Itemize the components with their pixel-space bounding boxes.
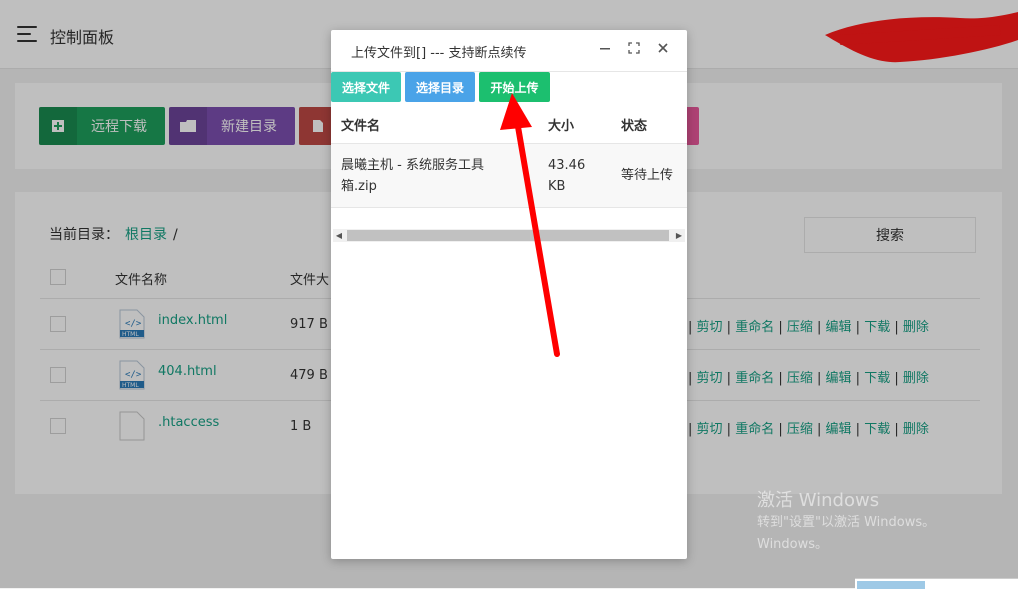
upload-queue-row: 晨曦主机 - 系统服务工具 箱.zip 43.46 KB 等待上传 [331,144,687,207]
column-header-filename: 文件名 [341,119,381,134]
close-icon[interactable] [655,42,671,58]
scroll-left-icon[interactable]: ◀ [333,229,345,242]
choose-file-button[interactable]: 选择文件 [331,72,401,102]
minimize-icon[interactable] [597,42,613,58]
dialog-title: 上传文件到[] --- 支持断点续传 [351,46,527,61]
start-upload-button[interactable]: 开始上传 [479,72,550,102]
queued-file-name: 晨曦主机 - 系统服务工具 箱.zip [341,158,484,194]
divider [331,207,687,208]
upload-dialog: 上传文件到[] --- 支持断点续传 选择文件 选择目录 开始上传 文件名 大小… [331,30,687,559]
watermark-line: 转到"设置"以激活 Windows。 [757,515,936,530]
watermark-line: 激活 Windows [757,490,880,511]
scrollbar-thumb[interactable] [347,230,669,241]
scroll-right-icon[interactable]: ▶ [673,229,685,242]
watermark-line: Windows。 [757,537,829,552]
queued-file-size: 43.46 KB [548,158,586,194]
queued-file-status: 等待上传 [621,168,674,183]
column-header-status: 状态 [621,119,648,134]
horizontal-scrollbar[interactable]: ◀ ▶ [333,229,685,242]
windows-activation-watermark: 激活 Windows 转到"设置"以激活 Windows。 Windows。 [757,490,935,556]
choose-directory-button[interactable]: 选择目录 [405,72,475,102]
column-header-size: 大小 [548,119,575,134]
taskbar-thumbnail [855,578,1018,589]
maximize-icon[interactable] [626,42,642,58]
